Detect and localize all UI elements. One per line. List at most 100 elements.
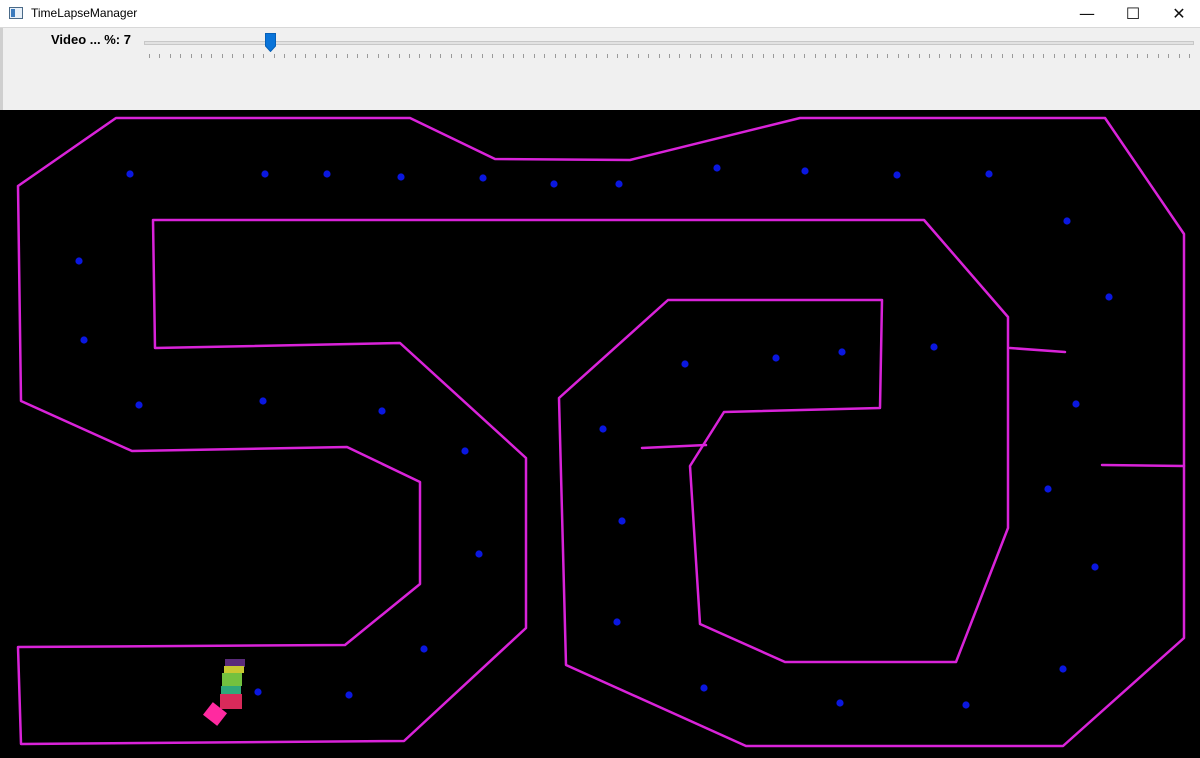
minimize-button[interactable]: —: [1064, 0, 1110, 28]
waypoint-marker: [1063, 217, 1071, 225]
slider-tick: [908, 54, 910, 58]
slider-tick: [710, 54, 712, 58]
slider-tick: [679, 54, 681, 58]
outer-boundary-top-left: [16, 116, 1186, 748]
slider-tick: [762, 54, 764, 58]
waypoint-marker: [475, 550, 483, 558]
waypoint-marker: [838, 348, 846, 356]
waypoint-marker: [893, 171, 901, 179]
waypoint-markers: [75, 164, 1113, 709]
car-4: [221, 686, 241, 694]
slider-tick: [637, 54, 639, 58]
car-5: [220, 694, 242, 709]
slider-tick: [939, 54, 941, 58]
waypoint-marker: [479, 174, 487, 182]
car-1: [225, 659, 245, 667]
waypoint-marker: [930, 343, 938, 351]
divider-right-lower: [1100, 463, 1186, 468]
slider-tick: [481, 54, 483, 58]
video-progress-track[interactable]: [144, 41, 1194, 45]
divider-center: [640, 443, 708, 450]
waypoint-marker: [254, 688, 262, 696]
waypoint-marker: [713, 164, 721, 172]
slider-tick: [429, 54, 431, 58]
slider-tick: [294, 54, 296, 58]
slider-tick: [305, 54, 306, 58]
slider-tick: [242, 54, 244, 58]
slider-tick: [752, 54, 754, 58]
slider-tick: [284, 54, 286, 58]
slider-tick: [533, 54, 535, 58]
window-title: TimeLapseManager: [31, 6, 138, 20]
slider-tick: [783, 54, 785, 58]
car-2: [224, 666, 244, 673]
slider-tick: [669, 54, 670, 58]
maximize-button[interactable]: ☐: [1110, 0, 1156, 28]
waypoint-marker: [681, 360, 689, 368]
waypoint-marker: [261, 170, 269, 178]
slider-tick: [741, 54, 743, 58]
car-stack: [202, 659, 245, 726]
close-button[interactable]: ✕: [1156, 0, 1200, 28]
waypoint-marker: [345, 691, 353, 699]
slider-tick: [273, 54, 275, 58]
waypoint-marker: [80, 336, 88, 344]
slider-tick: [211, 54, 213, 58]
slider-tick: [1095, 54, 1097, 58]
slider-tick: [346, 54, 348, 58]
slider-tick: [523, 54, 525, 58]
slider-tick: [658, 54, 660, 58]
slider-tick: [1157, 54, 1159, 58]
waypoint-marker: [618, 517, 626, 525]
slider-tick: [180, 54, 182, 58]
slider-tick: [440, 54, 442, 58]
slider-tick: [1012, 54, 1014, 58]
slider-tick: [1064, 54, 1066, 58]
slider-tick: [190, 54, 192, 58]
waypoint-marker: [1044, 485, 1052, 493]
slider-tick: [221, 54, 223, 58]
slider-tick: [960, 54, 962, 58]
slider-tick: [1043, 54, 1045, 58]
slider-tick: [981, 54, 982, 58]
waypoint-marker: [801, 167, 809, 175]
slider-tick: [1137, 54, 1138, 58]
slider-tick: [159, 54, 161, 58]
slider-tick: [325, 54, 327, 58]
waypoint-marker: [615, 180, 623, 188]
slider-tick: [554, 54, 556, 58]
slider-tick: [1001, 54, 1003, 58]
slider-tick: [336, 54, 338, 58]
slider-tick: [149, 54, 150, 58]
slider-tick: [1105, 54, 1107, 58]
waypoint-marker: [1059, 665, 1067, 673]
slider-tick: [502, 54, 504, 58]
slider-tick: [1126, 54, 1128, 58]
slider-tick: [1033, 54, 1034, 58]
slider-tick: [617, 54, 618, 58]
slider-tick: [648, 54, 650, 58]
slider-tick: [627, 54, 629, 58]
slider-tick: [232, 54, 234, 58]
slider-tick: [377, 54, 379, 58]
title-bar: TimeLapseManager — ☐ ✕: [0, 0, 1200, 28]
video-progress-thumb[interactable]: [265, 33, 276, 52]
slider-tick: [492, 54, 494, 58]
waypoint-marker: [420, 645, 428, 653]
slider-tick: [606, 54, 608, 58]
slider-tick: [1178, 54, 1180, 58]
waypoint-marker: [323, 170, 331, 178]
slider-tick: [201, 54, 202, 58]
waypoint-marker: [1072, 400, 1080, 408]
slider-tick: [970, 54, 972, 58]
waypoint-marker: [772, 354, 780, 362]
slider-tick: [398, 54, 400, 58]
waypoint-marker: [836, 699, 844, 707]
slider-tick: [991, 54, 993, 58]
controls-panel: Video ... %: 7: [0, 28, 1200, 110]
slider-tick: [804, 54, 806, 58]
slider-tick: [419, 54, 421, 58]
slider-tick: [169, 54, 171, 58]
waypoint-marker: [259, 397, 267, 405]
video-progress-label: Video ... %: 7: [51, 32, 131, 47]
